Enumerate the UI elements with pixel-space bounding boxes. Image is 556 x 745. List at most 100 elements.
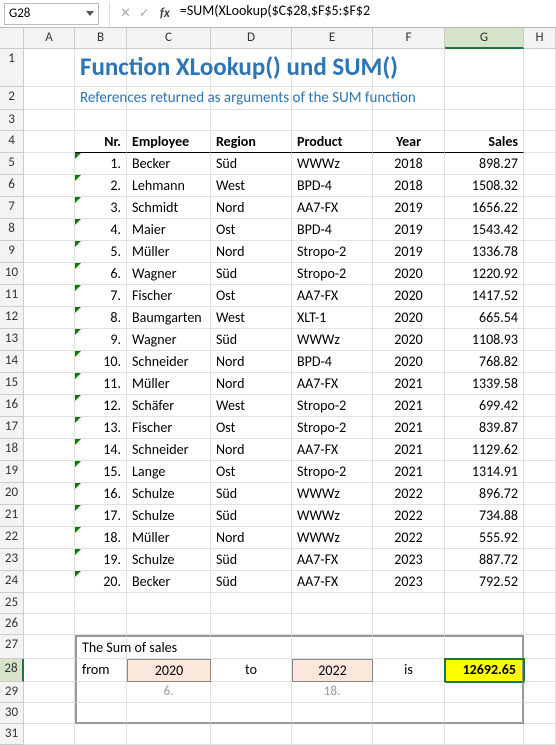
cell-F3[interactable] [373, 110, 445, 131]
cell-yr-12[interactable]: 2020 [373, 307, 445, 329]
cell-sales-19[interactable]: 1314.91 [445, 461, 524, 483]
cell-emp-6[interactable]: Lehmann [127, 175, 211, 197]
cell-H18[interactable] [524, 439, 556, 461]
cell-sales-12[interactable]: 665.54 [445, 307, 524, 329]
col-header-G[interactable]: G [445, 28, 524, 49]
cell-yr-14[interactable]: 2020 [373, 351, 445, 373]
cell-G29[interactable] [445, 682, 524, 703]
cell-A26[interactable] [24, 614, 75, 635]
cell-prod-23[interactable]: AA7-FX [292, 549, 373, 571]
cell-G26[interactable] [445, 614, 524, 635]
cell-nr-5[interactable]: 1. [75, 153, 127, 175]
cell-A21[interactable] [24, 505, 75, 527]
cell-prod-15[interactable]: AA7-FX [292, 373, 373, 395]
cell-sales-14[interactable]: 768.82 [445, 351, 524, 373]
cell-prod-20[interactable]: WWWz [292, 483, 373, 505]
sum-label[interactable]: The Sum of sales [75, 635, 127, 659]
cell-yr-22[interactable]: 2022 [373, 527, 445, 549]
cell-F25[interactable] [373, 593, 445, 614]
cell-G30[interactable] [445, 703, 524, 724]
cell-B1[interactable]: Function XLookup() und SUM() [75, 49, 127, 87]
header-employee[interactable]: Employee [127, 131, 211, 153]
cell-E25[interactable] [292, 593, 373, 614]
to-label[interactable]: to [211, 659, 292, 682]
cell-H3[interactable] [524, 110, 556, 131]
cell-nr-15[interactable]: 11. [75, 373, 127, 395]
year-to-input[interactable]: 2022 [292, 659, 373, 682]
cell-E3[interactable] [292, 110, 373, 131]
formula-bar-input[interactable]: =SUM(XLookup($C$28,$F$5:$F$2 [176, 2, 556, 26]
cell-B3[interactable] [75, 110, 127, 131]
cell-H27[interactable] [524, 635, 556, 659]
cell-reg-20[interactable]: Süd [211, 483, 292, 505]
row-header-10[interactable]: 10 [0, 263, 24, 285]
cell-yr-9[interactable]: 2019 [373, 241, 445, 263]
cell-yr-20[interactable]: 2022 [373, 483, 445, 505]
cell-prod-19[interactable]: Stropo-2 [292, 461, 373, 483]
row-header-7[interactable]: 7 [0, 197, 24, 219]
cell-prod-17[interactable]: Stropo-2 [292, 417, 373, 439]
cell-H11[interactable] [524, 285, 556, 307]
cell-yr-13[interactable]: 2020 [373, 329, 445, 351]
cell-H30[interactable] [524, 703, 556, 724]
cell-reg-5[interactable]: Süd [211, 153, 292, 175]
cell-yr-16[interactable]: 2021 [373, 395, 445, 417]
cell-nr-22[interactable]: 18. [75, 527, 127, 549]
cell-H13[interactable] [524, 329, 556, 351]
cell-reg-18[interactable]: Nord [211, 439, 292, 461]
cell-sales-22[interactable]: 555.92 [445, 527, 524, 549]
cell-emp-19[interactable]: Lange [127, 461, 211, 483]
cell-G3[interactable] [445, 110, 524, 131]
cell-prod-12[interactable]: XLT-1 [292, 307, 373, 329]
cell-A24[interactable] [24, 571, 75, 593]
cell-emp-21[interactable]: Schulze [127, 505, 211, 527]
cell-emp-12[interactable]: Baumgarten [127, 307, 211, 329]
cell-nr-24[interactable]: 20. [75, 571, 127, 593]
cell-A7[interactable] [24, 197, 75, 219]
cell-reg-14[interactable]: Nord [211, 351, 292, 373]
cell-yr-8[interactable]: 2019 [373, 219, 445, 241]
cell-A25[interactable] [24, 593, 75, 614]
cell-prod-21[interactable]: WWWz [292, 505, 373, 527]
cell-sales-23[interactable]: 887.72 [445, 549, 524, 571]
cell-emp-20[interactable]: Schulze [127, 483, 211, 505]
cell-sales-7[interactable]: 1656.22 [445, 197, 524, 219]
cell-H28[interactable] [524, 659, 556, 682]
cell-reg-23[interactable]: Süd [211, 549, 292, 571]
row-header-11[interactable]: 11 [0, 285, 24, 307]
row-header-8[interactable]: 8 [0, 219, 24, 241]
cell-emp-13[interactable]: Wagner [127, 329, 211, 351]
from-label[interactable]: from [75, 659, 127, 682]
cell-prod-5[interactable]: WWWz [292, 153, 373, 175]
row-header-20[interactable]: 20 [0, 483, 24, 505]
cell-sales-18[interactable]: 1129.62 [445, 439, 524, 461]
cell-A11[interactable] [24, 285, 75, 307]
row-header-31[interactable]: 31 [0, 724, 24, 745]
cell-C30[interactable] [127, 703, 211, 724]
cell-nr-13[interactable]: 9. [75, 329, 127, 351]
cell-H1[interactable] [524, 49, 556, 87]
cell-nr-11[interactable]: 7. [75, 285, 127, 307]
cell-D27[interactable] [211, 635, 292, 659]
cell-G2[interactable] [445, 87, 524, 110]
row-header-4[interactable]: 4 [0, 131, 24, 153]
cell-A6[interactable] [24, 175, 75, 197]
cell-B25[interactable] [75, 593, 127, 614]
cell-C25[interactable] [127, 593, 211, 614]
cell-reg-15[interactable]: Nord [211, 373, 292, 395]
cell-E26[interactable] [292, 614, 373, 635]
cell-prod-11[interactable]: AA7-FX [292, 285, 373, 307]
cell-A12[interactable] [24, 307, 75, 329]
cell-F29[interactable] [373, 682, 445, 703]
cell-B31[interactable] [75, 724, 127, 745]
cell-B2[interactable]: References returned as arguments of the … [75, 87, 127, 110]
cell-yr-15[interactable]: 2021 [373, 373, 445, 395]
cell-reg-19[interactable]: Ost [211, 461, 292, 483]
cell-B29[interactable] [75, 682, 127, 703]
cell-prod-22[interactable]: WWWz [292, 527, 373, 549]
cell-yr-10[interactable]: 2020 [373, 263, 445, 285]
cell-H12[interactable] [524, 307, 556, 329]
cell-reg-13[interactable]: Süd [211, 329, 292, 351]
cell-H21[interactable] [524, 505, 556, 527]
cell-A27[interactable] [24, 635, 75, 659]
